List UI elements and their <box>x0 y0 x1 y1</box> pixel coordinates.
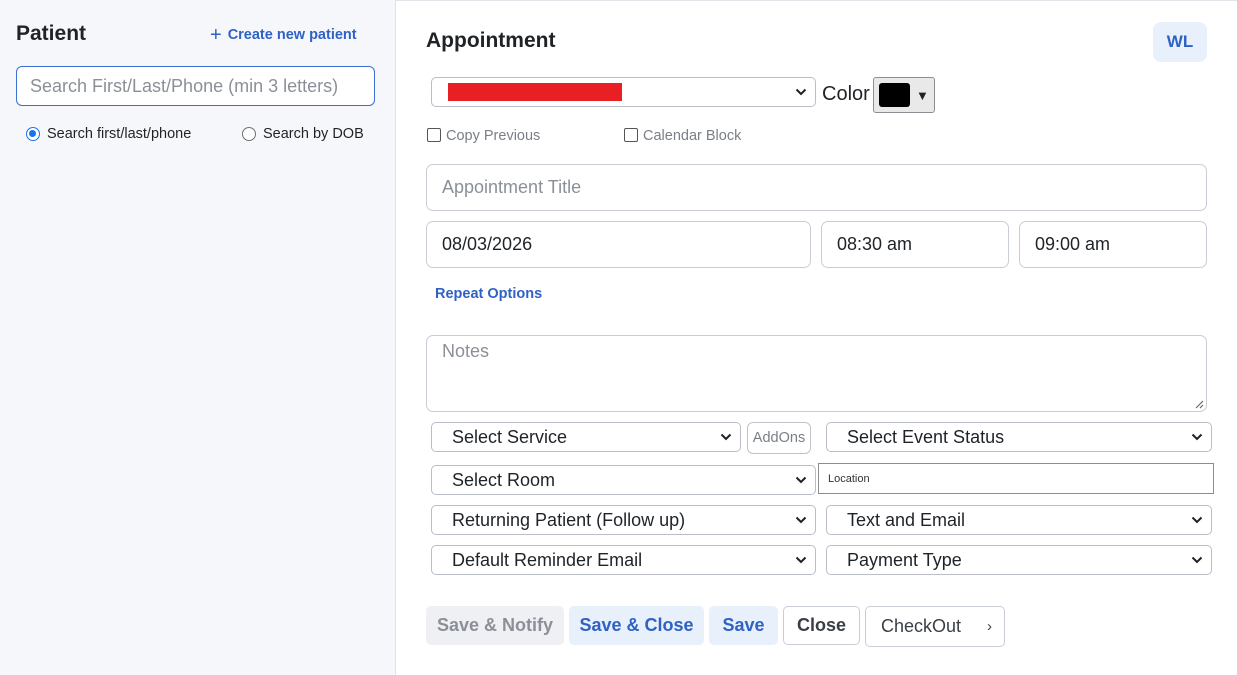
notes-placeholder: Notes <box>442 341 490 361</box>
radio-label: Search first/last/phone <box>47 126 192 142</box>
checkout-label: CheckOut <box>881 616 962 636</box>
end-time-input[interactable]: 09:00 am <box>1019 221 1207 268</box>
calendar-block-label: Calendar Block <box>643 128 742 144</box>
location-input[interactable]: Location <box>818 463 1214 494</box>
chevron-down-icon <box>795 556 807 564</box>
room-select[interactable]: Select Room <box>431 465 816 495</box>
copy-previous-label: Copy Previous <box>446 128 541 144</box>
color-label: Color <box>822 83 870 105</box>
event-status-select-value: Select Event Status <box>847 426 1005 447</box>
resize-handle-icon[interactable] <box>1194 399 1204 409</box>
radio-label: Search by DOB <box>263 126 364 142</box>
close-button[interactable]: Close <box>783 606 860 645</box>
redacted-value <box>448 83 622 101</box>
chevron-down-icon <box>720 433 732 441</box>
save-and-close-button[interactable]: Save & Close <box>569 606 704 645</box>
save-button[interactable]: Save <box>709 606 778 645</box>
appointment-title-heading: Appointment <box>426 29 556 52</box>
save-and-notify-button[interactable]: Save & Notify <box>426 606 564 645</box>
chevron-down-icon <box>795 88 807 96</box>
service-select[interactable]: Select Service <box>431 422 741 452</box>
reminder-select-value: Default Reminder Email <box>452 549 643 570</box>
color-swatch <box>879 83 910 107</box>
patient-type-select-value: Returning Patient (Follow up) <box>452 509 686 530</box>
room-select-value: Select Room <box>452 469 556 490</box>
create-new-patient-button[interactable]: + Create new patient <box>210 24 357 46</box>
start-time-input[interactable]: 08:30 am <box>821 221 1009 268</box>
event-status-select[interactable]: Select Event Status <box>826 422 1212 452</box>
notes-textarea[interactable]: Notes <box>426 335 1207 412</box>
radio-unchecked-icon[interactable] <box>242 127 256 141</box>
service-select-value: Select Service <box>452 426 568 447</box>
payment-type-select[interactable]: Payment Type <box>826 545 1212 575</box>
chevron-down-icon <box>1191 516 1203 524</box>
notification-method-select[interactable]: Text and Email <box>826 505 1212 535</box>
plus-icon: + <box>210 24 222 46</box>
patient-panel-title: Patient <box>16 22 87 45</box>
checkout-button[interactable]: CheckOut › <box>865 606 1005 647</box>
chevron-down-icon <box>1191 433 1203 441</box>
calendar-block-checkbox-row[interactable]: Calendar Block <box>624 127 742 144</box>
patient-type-select[interactable]: Returning Patient (Follow up) <box>431 505 816 535</box>
appointment-title-input[interactable]: Appointment Title <box>426 164 1207 211</box>
radio-checked-icon[interactable] <box>26 127 40 141</box>
copy-previous-checkbox[interactable] <box>427 127 441 142</box>
date-input[interactable]: 08/03/2026 <box>426 221 811 268</box>
appointment-panel: Appointment WL Color ▼ Copy Previous Cal… <box>396 0 1237 675</box>
repeat-options-link[interactable]: Repeat Options <box>435 286 542 302</box>
radio-search-name-phone[interactable]: Search first/last/phone <box>26 126 191 142</box>
radio-search-dob[interactable]: Search by DOB <box>242 126 364 142</box>
notification-method-select-value: Text and Email <box>847 509 966 530</box>
calendar-block-checkbox[interactable] <box>624 127 638 142</box>
chevron-down-icon <box>795 476 807 484</box>
reminder-select[interactable]: Default Reminder Email <box>431 545 816 575</box>
color-picker[interactable]: ▼ <box>873 77 935 113</box>
addons-button[interactable]: AddOns <box>747 422 811 454</box>
waitlist-button[interactable]: WL <box>1153 22 1207 62</box>
create-new-patient-label: Create new patient <box>227 27 357 43</box>
patient-search-input[interactable] <box>16 66 375 106</box>
chevron-right-icon: › <box>987 618 992 635</box>
payment-type-select-value: Payment Type <box>847 549 962 570</box>
chevron-down-icon <box>1191 556 1203 564</box>
chevron-down-icon <box>795 516 807 524</box>
copy-previous-checkbox-row[interactable]: Copy Previous <box>427 127 541 144</box>
patient-panel: Patient + Create new patient Search firs… <box>0 0 396 675</box>
provider-select[interactable] <box>431 77 816 107</box>
caret-down-icon: ▼ <box>916 87 929 103</box>
